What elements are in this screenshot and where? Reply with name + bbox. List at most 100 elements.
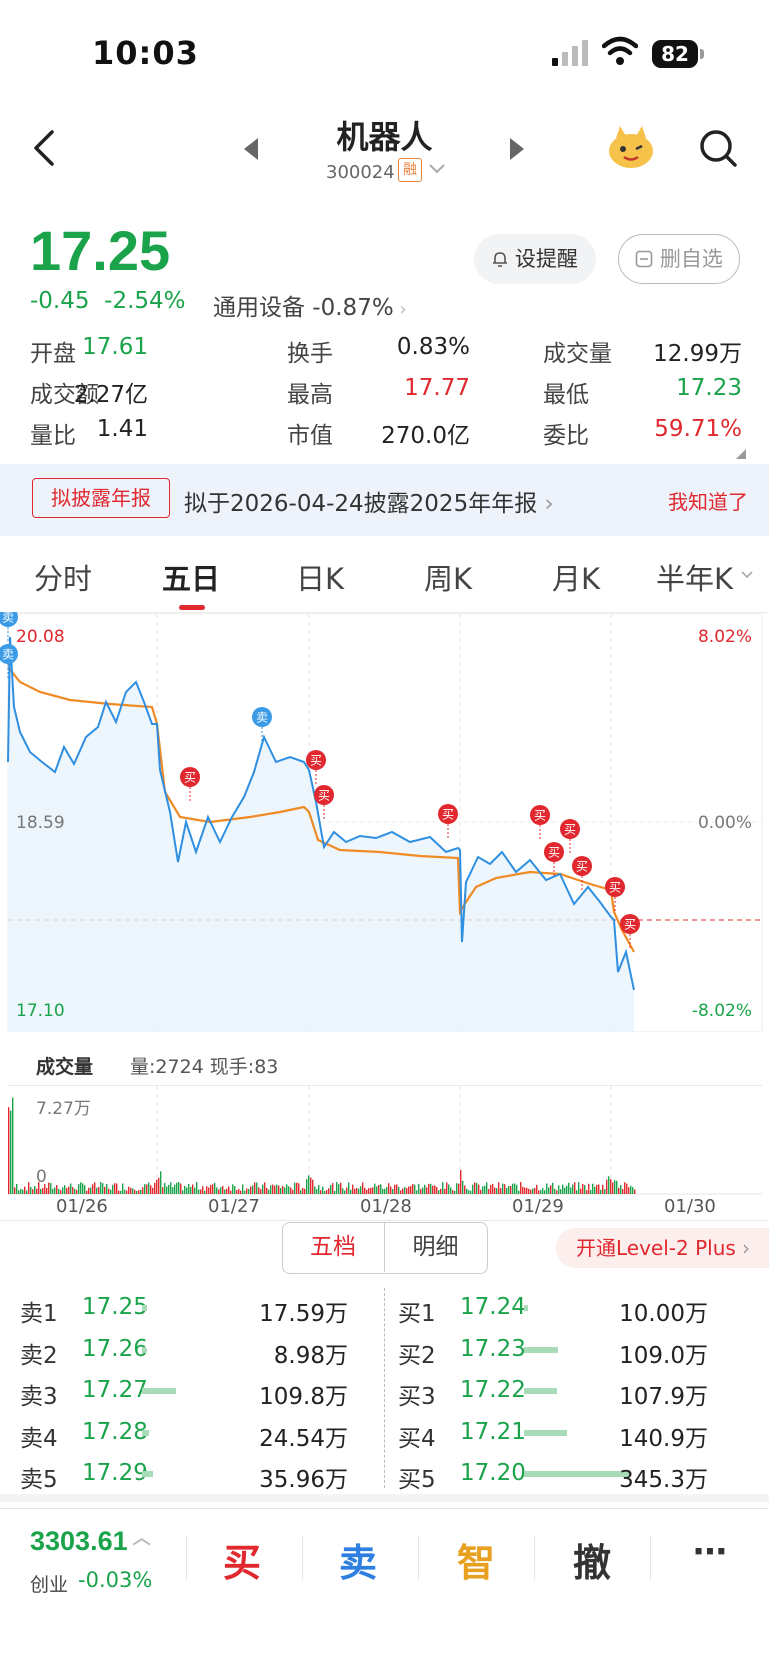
volume-bar [50,1183,52,1194]
volume-bar [92,1184,94,1194]
volume-bar [10,1110,12,1194]
volume-bar [368,1188,370,1194]
level2-upgrade-button[interactable]: 开通Level-2 Plus › [556,1228,769,1268]
volume-bar [292,1189,294,1194]
tab-halfyear-k[interactable]: 半年K [656,556,733,598]
chevron-down-icon[interactable] [740,570,754,580]
buy-marker[interactable]: 买 [572,856,592,890]
ask-level-name: 卖2 [20,1342,58,1369]
depth-bar [524,1346,558,1353]
volume-bar [176,1182,178,1194]
volume-bar [112,1184,114,1194]
volume-bar [204,1190,206,1194]
volume-bar [166,1186,168,1194]
buy-marker[interactable]: 买 [438,804,458,838]
sell-button[interactable]: 卖 [328,1532,388,1587]
volume-bar [324,1190,326,1194]
buy-marker[interactable]: 买 [180,767,200,801]
expand-corner-icon[interactable] [736,449,746,459]
volume-bar [456,1183,458,1194]
tab-five-day[interactable]: 五日 [162,556,220,598]
volume-bar [126,1190,128,1194]
volume-bar [208,1187,210,1194]
volume-bar [298,1183,300,1194]
volume-bar [578,1182,580,1194]
volume-bar [338,1184,340,1194]
volume-bar [172,1187,174,1194]
volume-bar [66,1188,68,1194]
banner-text[interactable]: 拟于2026-04-24披露2025年年报 › [184,484,554,518]
stat-value: 0.83% [396,334,470,360]
smart-order-button[interactable]: 智 [446,1532,506,1587]
volume-bar [408,1186,410,1194]
section-gap [0,1494,769,1502]
volume-bar [522,1186,524,1194]
volume-bar [16,1183,18,1194]
volume-bar [544,1190,546,1194]
volume-bar [248,1188,250,1194]
chevron-up-icon: ︿ [127,1528,151,1548]
orderbook-row: 卖5 17.29 35.96万 买5 17.20 345.3万 [20,1456,750,1498]
volume-chart[interactable]: 7.27万 0 [0,1086,769,1196]
volume-bar [562,1184,564,1194]
chevron-down-icon[interactable] [428,162,446,176]
volume-bar [80,1182,82,1194]
sector-link[interactable]: 通用设备 -0.87% › [213,288,407,322]
more-icon[interactable]: ⋯ [680,1532,740,1572]
ask-price: 17.28 [82,1418,148,1445]
svg-text:买: 买 [310,754,322,768]
cancel-order-button[interactable]: 撤 [562,1532,622,1587]
five-day-price-chart[interactable]: 卖 卖 卖 买 买 买 买 买 买 买 买 买 买 20.08 18.59 17… [0,612,769,1032]
bid-price: 17.20 [460,1460,526,1486]
volume-bar [358,1188,360,1194]
stat-label: 最高 [287,382,333,408]
volume-bar [334,1190,336,1194]
volume-bar [350,1189,352,1194]
next-stock-icon[interactable] [510,138,524,160]
tab-daily-k[interactable]: 日K [296,556,344,598]
annual-report-tag: 拟披露年报 [32,478,170,518]
dismiss-banner-button[interactable]: 我知道了 [668,486,748,515]
sell-marker[interactable]: 卖 [252,707,272,741]
volume-bar [88,1187,90,1194]
buy-marker[interactable]: 买 [544,842,564,876]
volume-bar [90,1187,92,1194]
buy-marker[interactable]: 买 [605,877,625,911]
chevron-right-icon: › [735,1236,751,1260]
volume-bar [590,1189,592,1194]
tab-trade-details[interactable]: 明细 [385,1222,486,1272]
volume-bar [98,1187,100,1194]
tab-five-levels[interactable]: 五档 [282,1222,385,1272]
stats-row: 成交额 2.27亿 最高 17.77 最低 17.23 [30,371,742,412]
orderbook-divider [384,1288,385,1488]
volume-bar [628,1187,630,1194]
volume-bar [320,1190,322,1194]
volume-bar [140,1190,142,1194]
tab-weekly-k[interactable]: 周K [424,556,472,598]
volume-bar [470,1190,472,1194]
volume-bar [184,1186,186,1194]
volume-bar [478,1184,480,1194]
svg-text:买: 买 [609,881,621,895]
remove-watchlist-button[interactable]: 删自选 [618,234,740,284]
search-icon[interactable] [698,128,738,168]
volume-bar [116,1183,118,1194]
volume-bar [608,1176,610,1194]
buy-marker[interactable]: 买 [620,914,640,948]
stat-label: 成交量 [543,341,612,367]
bell-icon [493,252,508,267]
bid-price: 17.22 [460,1377,526,1403]
tab-monthly-k[interactable]: 月K [552,556,600,598]
ask-price: 17.25 [82,1294,148,1320]
chevron-right-icon: › [393,299,407,320]
buy-button[interactable]: 买 [212,1532,272,1587]
set-alert-button[interactable]: 设提醒 [474,234,596,284]
volume-bar [430,1183,432,1194]
mascot-icon[interactable] [606,124,656,170]
index-value[interactable]: 3303.61 ︿ [30,1524,151,1557]
buy-marker[interactable]: 买 [530,805,550,839]
volume-bar [286,1184,288,1194]
volume-bar [272,1184,274,1194]
tab-intraday[interactable]: 分时 [34,556,92,598]
volume-info: 量:2724 现手:83 [130,1056,279,1078]
